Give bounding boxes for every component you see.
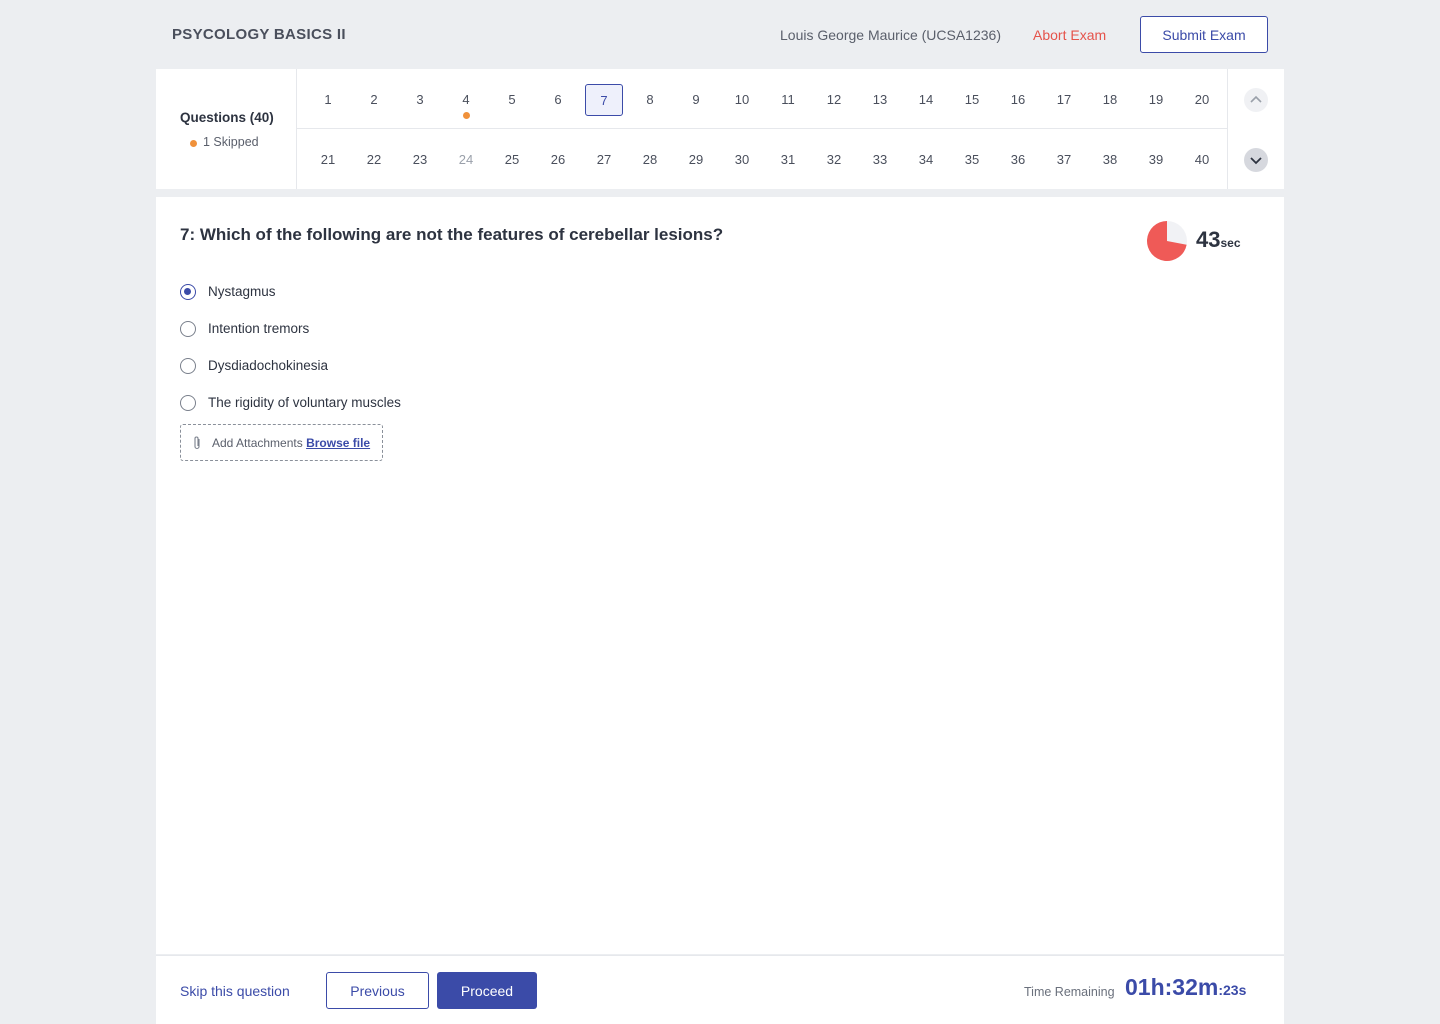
skipped-count: 1 Skipped [203,135,259,149]
question-number-9[interactable]: 9 [677,84,715,116]
question-number-35[interactable]: 35 [953,144,991,176]
question-panel: 7: Which of the following are not the fe… [156,197,1284,954]
attach-label: Add Attachments [212,436,303,450]
question-number-13[interactable]: 13 [861,84,899,116]
question-number-39[interactable]: 39 [1137,144,1175,176]
question-number-10[interactable]: 10 [723,84,761,116]
question-number-3[interactable]: 3 [401,84,439,116]
radio-button[interactable] [180,357,196,374]
proceed-button[interactable]: Proceed [437,972,537,1009]
radio-button[interactable] [180,320,196,337]
option-label: Dysdiadochokinesia [208,358,329,373]
option-label: Intention tremors [208,321,310,336]
question-number-22[interactable]: 22 [355,144,393,176]
question-number-11[interactable]: 11 [769,84,807,116]
question-number-19[interactable]: 19 [1137,84,1175,116]
answer-options: Nystagmus Intention tremors Dysdiadochok… [180,273,401,421]
question-number-17[interactable]: 17 [1045,84,1083,116]
exam-title: PSYCOLOGY BASICS II [172,26,346,43]
student-name: Louis George Maurice (UCSA1236) [780,27,1001,43]
question-navigator: Questions (40) 1 Skipped 1 2 3 4 5 6 7 8 9 10 11 12… [156,69,1284,189]
option-item[interactable]: Nystagmus [180,273,401,310]
questions-summary: Questions (40) 1 Skipped [156,69,297,189]
question-number-18[interactable]: 18 [1091,84,1129,116]
abort-exam-link[interactable]: Abort Exam [1033,27,1106,43]
question-row-1: 1 2 3 4 5 6 7 8 9 10 11 12 13 14 15 16 17 18 19 20 [297,69,1227,129]
question-number-12[interactable]: 12 [815,84,853,116]
option-item[interactable]: Intention tremors [180,310,401,347]
timer-value: 43 [1196,227,1221,252]
question-number-1[interactable]: 1 [309,84,347,116]
option-item[interactable]: The rigidity of voluntary muscles [180,384,401,421]
option-label: The rigidity of voluntary muscles [208,395,401,410]
question-number-24[interactable]: 24 [447,144,485,176]
question-timer: 43sec [1196,227,1241,253]
question-number-27[interactable]: 27 [585,144,623,176]
question-number-5[interactable]: 5 [493,84,531,116]
question-number-14[interactable]: 14 [907,84,945,116]
question-number-37[interactable]: 37 [1045,144,1083,176]
radio-button[interactable] [180,283,196,300]
option-label: Nystagmus [208,284,276,299]
questions-count: Questions (40) [180,110,274,125]
question-number-33[interactable]: 33 [861,144,899,176]
question-number-34[interactable]: 34 [907,144,945,176]
time-remaining-label: Time Remaining [1024,985,1115,999]
question-number-28[interactable]: 28 [631,144,669,176]
add-attachment-dropzone[interactable]: Add Attachments Browse file [180,424,383,461]
question-number-25[interactable]: 25 [493,144,531,176]
chevron-down-icon[interactable] [1244,148,1268,172]
bottom-bar: Skip this question Previous Proceed Time… [156,955,1284,1024]
question-number-38[interactable]: 38 [1091,144,1129,176]
chevron-up-icon[interactable] [1244,88,1268,112]
question-number-31[interactable]: 31 [769,144,807,176]
question-number-26[interactable]: 26 [539,144,577,176]
question-number-23[interactable]: 23 [401,144,439,176]
question-number-4[interactable]: 4 [447,84,485,119]
browse-file-link[interactable]: Browse file [306,436,370,450]
question-number-8[interactable]: 8 [631,84,669,116]
previous-button[interactable]: Previous [326,972,429,1009]
question-number-7[interactable]: 7 [585,84,623,116]
question-number-40[interactable]: 40 [1183,144,1221,176]
time-main: 01h:32m [1125,974,1219,1000]
question-number-15[interactable]: 15 [953,84,991,116]
question-number-30[interactable]: 30 [723,144,761,176]
question-number-20[interactable]: 20 [1183,84,1221,116]
question-number-36[interactable]: 36 [999,144,1037,176]
skipped-dot-icon [463,112,470,119]
question-number-29[interactable]: 29 [677,144,715,176]
question-number-32[interactable]: 32 [815,144,853,176]
timer-pie-icon [1147,221,1187,261]
question-title: 7: Which of the following are not the fe… [180,225,724,244]
time-seconds: :23s [1218,982,1247,998]
option-item[interactable]: Dysdiadochokinesia [180,347,401,384]
question-number-16[interactable]: 16 [999,84,1037,116]
radio-button[interactable] [180,394,196,411]
question-number-grid: 1 2 3 4 5 6 7 8 9 10 11 12 13 14 15 16 17 18 19 20 21 22 23 24… [297,69,1227,189]
question-number-2[interactable]: 2 [355,84,393,116]
timer-unit: sec [1220,236,1241,250]
paperclip-icon [194,436,200,450]
question-number-21[interactable]: 21 [309,144,347,176]
submit-exam-button[interactable]: Submit Exam [1140,16,1268,53]
top-header: PSYCOLOGY BASICS II Louis George Maurice… [0,0,1440,69]
question-row-2: 21 22 23 24 25 26 27 28 29 30 31 32 33 34 35 36 37 38 39 40 [297,129,1227,189]
skip-question-link[interactable]: Skip this question [180,983,290,999]
time-remaining: 01h:32m:23s [1125,974,1246,1001]
navigator-arrows [1227,69,1284,189]
question-number-6[interactable]: 6 [539,84,577,116]
